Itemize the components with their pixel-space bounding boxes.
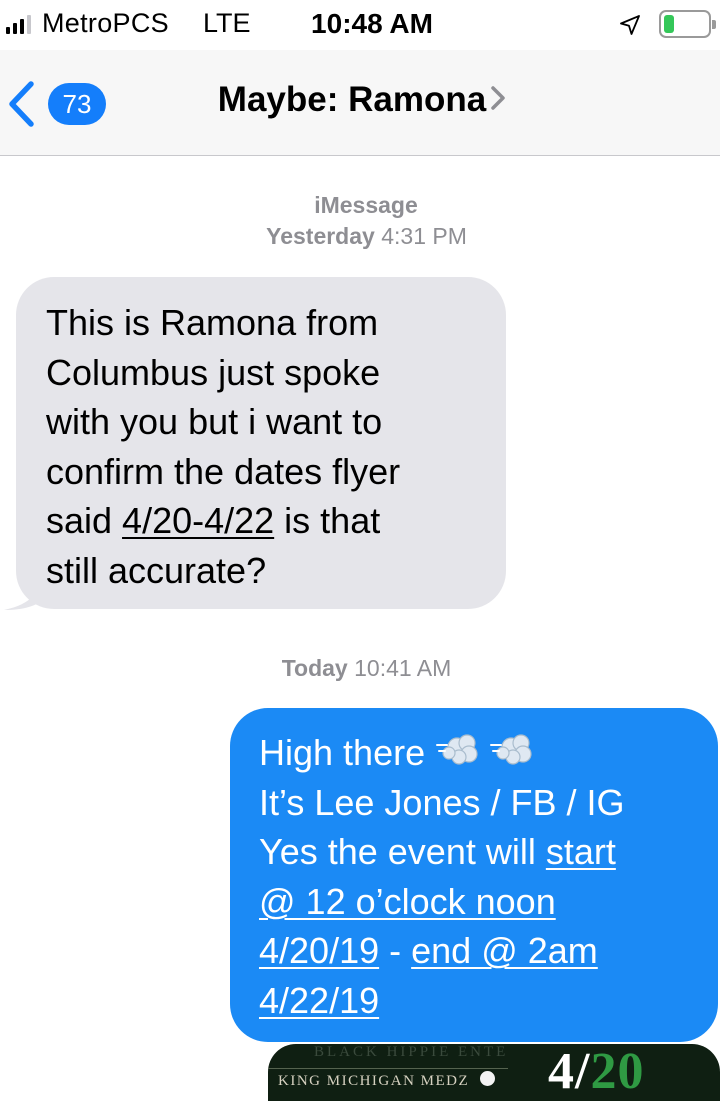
message-line: said 4/20-4/22 is that [46, 496, 480, 546]
divider [268, 1068, 508, 1069]
attachment-text: KING MICHIGAN MEDZ [278, 1073, 470, 1089]
service-label: iMessage [314, 192, 418, 218]
status-time-text: 10:48 AM [311, 8, 433, 39]
attachment-text: BLACK HIPPIE ENTE [314, 1044, 509, 1060]
date-link[interactable]: 4/20/19 [259, 930, 379, 971]
message-line: with you but i want to [46, 401, 383, 442]
dashing-away-emoji-icon [436, 734, 532, 765]
timestamp: Yesterday 4:31 PM [0, 223, 720, 250]
message-line: Columbus just spoke [46, 351, 381, 393]
timestamp-time: 10:41 AM [354, 655, 452, 681]
message-line: 4/22/19 [259, 976, 708, 1026]
timestamp-time: 4:31 PM [381, 223, 467, 249]
event-link[interactable]: @ 12 o’clock noon [259, 881, 556, 922]
image-attachment[interactable]: BLACK HIPPIE ENTE KING MICHIGAN MEDZ 4/2… [268, 1044, 720, 1101]
message-line: confirm the dates flyer [46, 450, 401, 492]
message-line: This is Ramona from [46, 302, 379, 343]
dot-icon [480, 1071, 495, 1086]
date-link[interactable]: 4/20-4/22 [122, 500, 274, 541]
outgoing-message-bubble[interactable]: High there It’s Lee Jones / FB / IG Yes … [230, 708, 718, 1042]
message-text: - [379, 930, 412, 971]
message-line: 4/20/19 - end @ 2am [259, 926, 708, 976]
message-text: High there [259, 732, 426, 773]
message-line: Yes the event will start [259, 827, 708, 877]
battery-icon [659, 10, 716, 38]
contact-title[interactable]: Maybe: Ramona [0, 80, 720, 120]
message-line: It’s Lee Jones / FB / IG [259, 781, 625, 823]
timestamp-day: Today [281, 655, 348, 681]
date-link[interactable]: 4/22/19 [259, 980, 379, 1021]
message-line: High there [259, 728, 708, 778]
status-time: 10:48 AM [0, 8, 720, 40]
conversation-header: 73 Maybe: Ramona [0, 50, 720, 156]
message-text: said [46, 500, 123, 541]
message-line: @ 12 o’clock noon [259, 877, 708, 927]
message-text: Yes the event will [259, 831, 546, 872]
location-arrow-icon [620, 15, 640, 35]
attachment-date-part: 20 [590, 1044, 645, 1100]
timestamp-day: Yesterday [266, 223, 375, 249]
contact-name: Maybe: Ramona [217, 80, 487, 119]
battery-level [664, 15, 674, 33]
timestamp: Today 10:41 AM [0, 655, 720, 682]
message-text: is that [274, 500, 381, 541]
attachment-date: 4/20 [548, 1044, 644, 1101]
attachment-date-part: 4/ [548, 1044, 591, 1100]
message-line: still accurate? [46, 549, 267, 591]
event-link[interactable]: start [546, 831, 616, 872]
event-link[interactable]: end @ 2am [411, 930, 598, 971]
status-bar: MetroPCS LTE 10:48 AM [0, 0, 720, 50]
chevron-right-icon [491, 86, 505, 110]
incoming-message-bubble[interactable]: This is Ramona from Columbus just spoke … [16, 277, 506, 609]
